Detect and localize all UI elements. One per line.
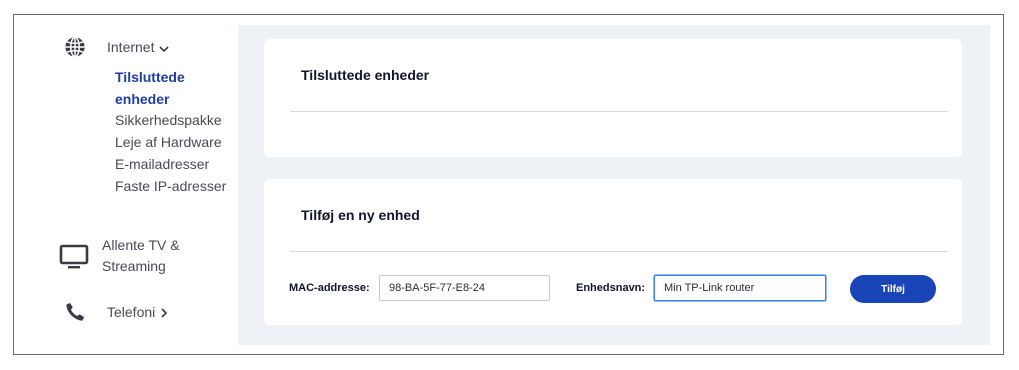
phone-icon [63, 299, 87, 325]
mac-address-label: MAC-addresse: [289, 282, 370, 294]
main-content: Tilsluttede enheder Tilføj en ny enhed M… [238, 25, 990, 345]
divider [290, 251, 948, 252]
sidebar-item-faste-ip-adresser[interactable]: Faste IP-adresser [115, 176, 233, 198]
sidebar: Internet Tilsluttede enheder Sikkerhedsp… [14, 15, 238, 354]
connected-devices-card: Tilsluttede enheder [264, 39, 962, 157]
device-name-input[interactable] [654, 275, 826, 301]
sidebar-item-leje-af-hardware[interactable]: Leje af Hardware [115, 132, 233, 154]
nav-telefoni[interactable]: Telefoni [14, 299, 234, 325]
app-frame: Internet Tilsluttede enheder Sikkerhedsp… [13, 14, 1004, 355]
internet-subnav: Tilsluttede enheder Sikkerhedspakke Leje… [115, 67, 233, 197]
sidebar-item-e-mailadresser[interactable]: E-mailadresser [115, 154, 233, 176]
nav-internet[interactable]: Internet [14, 35, 234, 59]
add-device-card: Tilføj en ny enhed MAC-addresse: Enhedsn… [264, 179, 962, 325]
nav-tv-label-line1: Allente TV & [102, 237, 180, 253]
nav-tv-streaming[interactable]: Allente TV & Streaming [14, 235, 234, 279]
nav-tv-label-line2: Streaming [102, 258, 166, 274]
divider [290, 111, 948, 112]
nav-telefoni-label: Telefoni [107, 304, 168, 321]
connected-devices-title: Tilsluttede enheder [301, 67, 430, 83]
add-device-title: Tilføj en ny enhed [301, 207, 420, 223]
add-device-button[interactable]: Tilføj [850, 275, 936, 303]
sidebar-item-sikkerhedspakke[interactable]: Sikkerhedspakke [115, 110, 233, 132]
add-device-form: MAC-addresse: Enhedsnavn: Tilføj [264, 275, 962, 303]
chevron-down-icon [159, 40, 170, 56]
sidebar-item-tilsluttede-enheder[interactable]: Tilsluttede enheder [115, 67, 233, 110]
chevron-right-icon [160, 305, 168, 321]
nav-internet-label: Internet [107, 39, 170, 56]
device-name-label: Enhedsnavn: [576, 282, 646, 294]
globe-icon [63, 35, 87, 59]
mac-address-input[interactable] [379, 275, 550, 301]
monitor-icon [58, 243, 90, 271]
